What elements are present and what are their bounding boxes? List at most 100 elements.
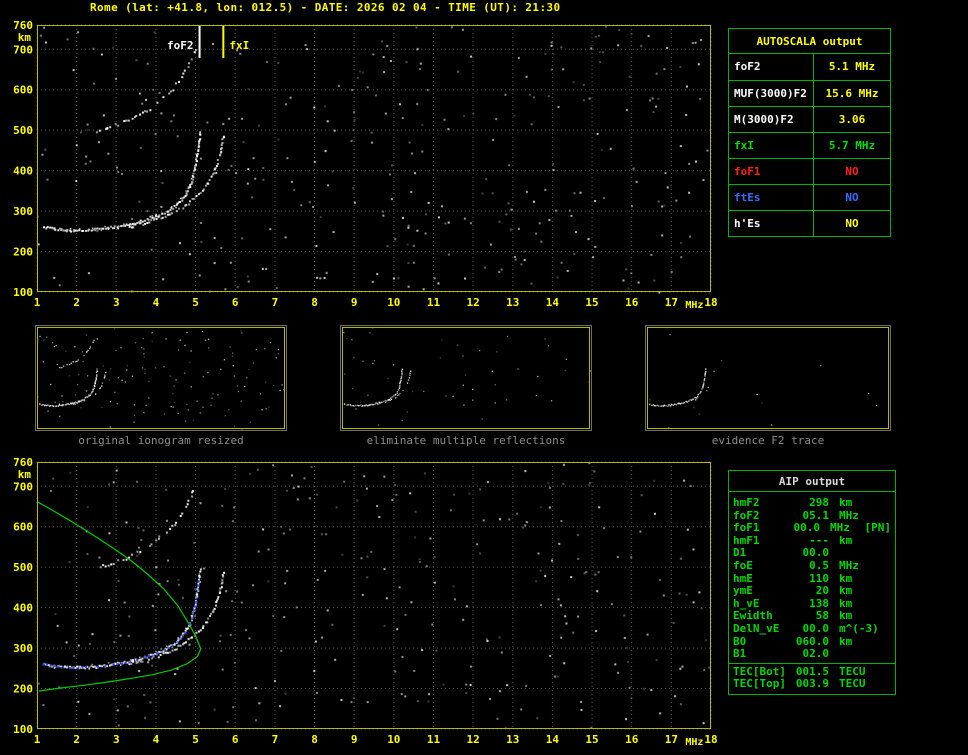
- x-tick-label: 10: [387, 296, 400, 309]
- trace-F2-trace-x-mode: [128, 571, 226, 665]
- autoscala-row-foF2: foF2 5.1 MHz: [729, 54, 890, 80]
- plot-restored: 1 2 3 4 5 6 7 8 9 10 11 12 13 14 15 16 17 18MHz1002003004…: [13, 456, 718, 748]
- param-name: foE: [733, 558, 753, 572]
- trace-second-hop-reflection: [95, 49, 197, 134]
- x-tick-label: 4: [153, 296, 160, 309]
- x-tick-label: 2: [73, 296, 80, 309]
- param-value: 00.0: [802, 621, 830, 635]
- param-name: foF1: [733, 521, 760, 535]
- noise-echoes: [37, 25, 709, 294]
- param-value: 02.0: [802, 647, 830, 661]
- param-value: 3.06: [813, 107, 890, 132]
- x-tick-label: 14: [546, 296, 560, 309]
- ionogram-main-plot: 1 2 3 4 5 6 7 8 9 10 11 12 13 14 15 16 17 18MHz1002003004…: [13, 19, 718, 311]
- x-axis-unit-label: MHz: [685, 300, 703, 311]
- autoscala-row-h'Es: h'Es NO: [729, 210, 890, 236]
- param-note: [PN]: [864, 521, 892, 535]
- x-tick-label: 13: [506, 733, 519, 746]
- y-tick-label: 500: [13, 561, 33, 574]
- param-unit: TECU: [839, 677, 866, 691]
- x-tick-label: 13: [506, 296, 519, 309]
- param-value: 15.6 MHz: [813, 81, 890, 106]
- x-tick-label: 17: [665, 296, 678, 309]
- trace-F2-trace-x-mode: [70, 371, 107, 406]
- param-name: foF1: [734, 165, 761, 178]
- trace-second-hop-reflection: [59, 339, 95, 369]
- param-value: 5.1 MHz: [813, 54, 890, 80]
- x-tick-label: 1: [34, 733, 41, 746]
- plot-thumb-clean: [342, 327, 591, 429]
- x-tick-label: 2: [73, 733, 80, 746]
- x-tick-label: 5: [192, 733, 199, 746]
- param-name: ftEs: [734, 191, 761, 204]
- thumbnail-eliminate-plot: [342, 327, 591, 429]
- autoscala-row-fxI: fxI 5.7 MHz: [729, 132, 890, 158]
- param-unit: MHz: [839, 558, 859, 572]
- ionogram-restored-plot: 1 2 3 4 5 6 7 8 9 10 11 12 13 14 15 16 17 18MHz1002003004…: [13, 456, 718, 748]
- trace-F2-trace-o-mode: [343, 368, 404, 408]
- trace-F2-trace-o-mode: [43, 568, 202, 670]
- x-tick-label: 6: [232, 733, 239, 746]
- param-name: M(3000)F2: [734, 113, 794, 126]
- plot-frame: [647, 327, 889, 429]
- y-tick-label: 100: [13, 723, 33, 736]
- aip-row-B1: B1 02.0: [729, 648, 895, 661]
- param-name: hmF2: [733, 496, 760, 509]
- noise-echoes: [649, 334, 878, 429]
- x-tick-label: 15: [585, 296, 598, 309]
- y-tick-label: 400: [13, 165, 33, 178]
- autoscala-row-ftEs: ftEs NO: [729, 184, 890, 210]
- y-tick-label: 400: [13, 602, 33, 615]
- param-name: fxI: [734, 139, 754, 152]
- noise-echoes: [37, 328, 285, 430]
- param-value: NO: [813, 159, 890, 184]
- x-tick-label: 16: [625, 296, 639, 309]
- y-tick-label: 600: [13, 521, 33, 534]
- thumbnail-caption-original: original ionogram resized: [78, 434, 244, 447]
- param-value: 5.7 MHz: [813, 133, 890, 158]
- y-tick-label: 300: [13, 205, 33, 218]
- param-value: NO: [813, 211, 890, 236]
- x-tick-label: 17: [665, 733, 678, 746]
- x-tick-label: 9: [351, 296, 358, 309]
- param-value: 20: [815, 584, 829, 598]
- autoscala-rows: foF2 5.1 MHz MUF(3000)F2 15.6 MHz M(3000)F2 3…: [729, 54, 890, 236]
- y-tick-label: 200: [13, 246, 33, 259]
- grid-lines: [36, 24, 712, 293]
- aip-row-DelN_vE: DelN_vE 00.0 m^(-3): [729, 621, 895, 636]
- marker-label-fxI: fxI: [229, 39, 249, 52]
- aip-row-TEC[Top]: TEC[Top] 003.9 TECU: [729, 678, 895, 691]
- thumbnail-original-plot: [37, 327, 285, 430]
- param-value: 0.5: [809, 558, 829, 572]
- x-tick-label: 5: [192, 296, 199, 309]
- thumbnail-caption-eliminate: eliminate multiple reflections: [366, 434, 566, 447]
- x-tick-label: 8: [311, 733, 318, 746]
- x-tick-label: 3: [113, 733, 120, 746]
- param-value: NO: [813, 185, 890, 210]
- x-axis-unit-label: MHz: [685, 737, 703, 748]
- param-unit: m^(-3): [839, 621, 879, 635]
- x-tick-label: 4: [153, 733, 160, 746]
- plot-thumb-f2: [647, 327, 889, 429]
- param-name: ymE: [733, 584, 753, 598]
- x-tick-label: 18: [704, 733, 717, 746]
- noise-echoes: [343, 327, 591, 426]
- param-name: MUF(3000)F2: [734, 87, 807, 100]
- aip-panel-title: AIP output: [729, 471, 895, 492]
- param-unit: km: [839, 496, 853, 509]
- param-name: h'Es: [734, 217, 761, 230]
- y-tick-label: 700: [13, 480, 33, 493]
- y-tick-label: 600: [13, 84, 33, 97]
- aip-row-foF1: foF1 00.0 MHz [PN]: [729, 522, 895, 535]
- trace-F2-trace-o-mode: [648, 368, 707, 407]
- param-unit: km: [839, 571, 853, 585]
- x-tick-label: 12: [466, 733, 479, 746]
- aip-row-hmF2: hmF2 298 km: [729, 496, 895, 510]
- x-tick-label: 10: [387, 733, 400, 746]
- x-tick-label: 8: [311, 296, 318, 309]
- param-name: foF2: [734, 60, 761, 73]
- y-tick-label: 200: [13, 683, 33, 696]
- x-tick-label: 7: [272, 733, 279, 746]
- x-tick-label: 11: [427, 296, 441, 309]
- aip-output-panel: AIP output hmF2 298 km foF2 05.1 MHz foF1 00.0 M…: [728, 470, 896, 695]
